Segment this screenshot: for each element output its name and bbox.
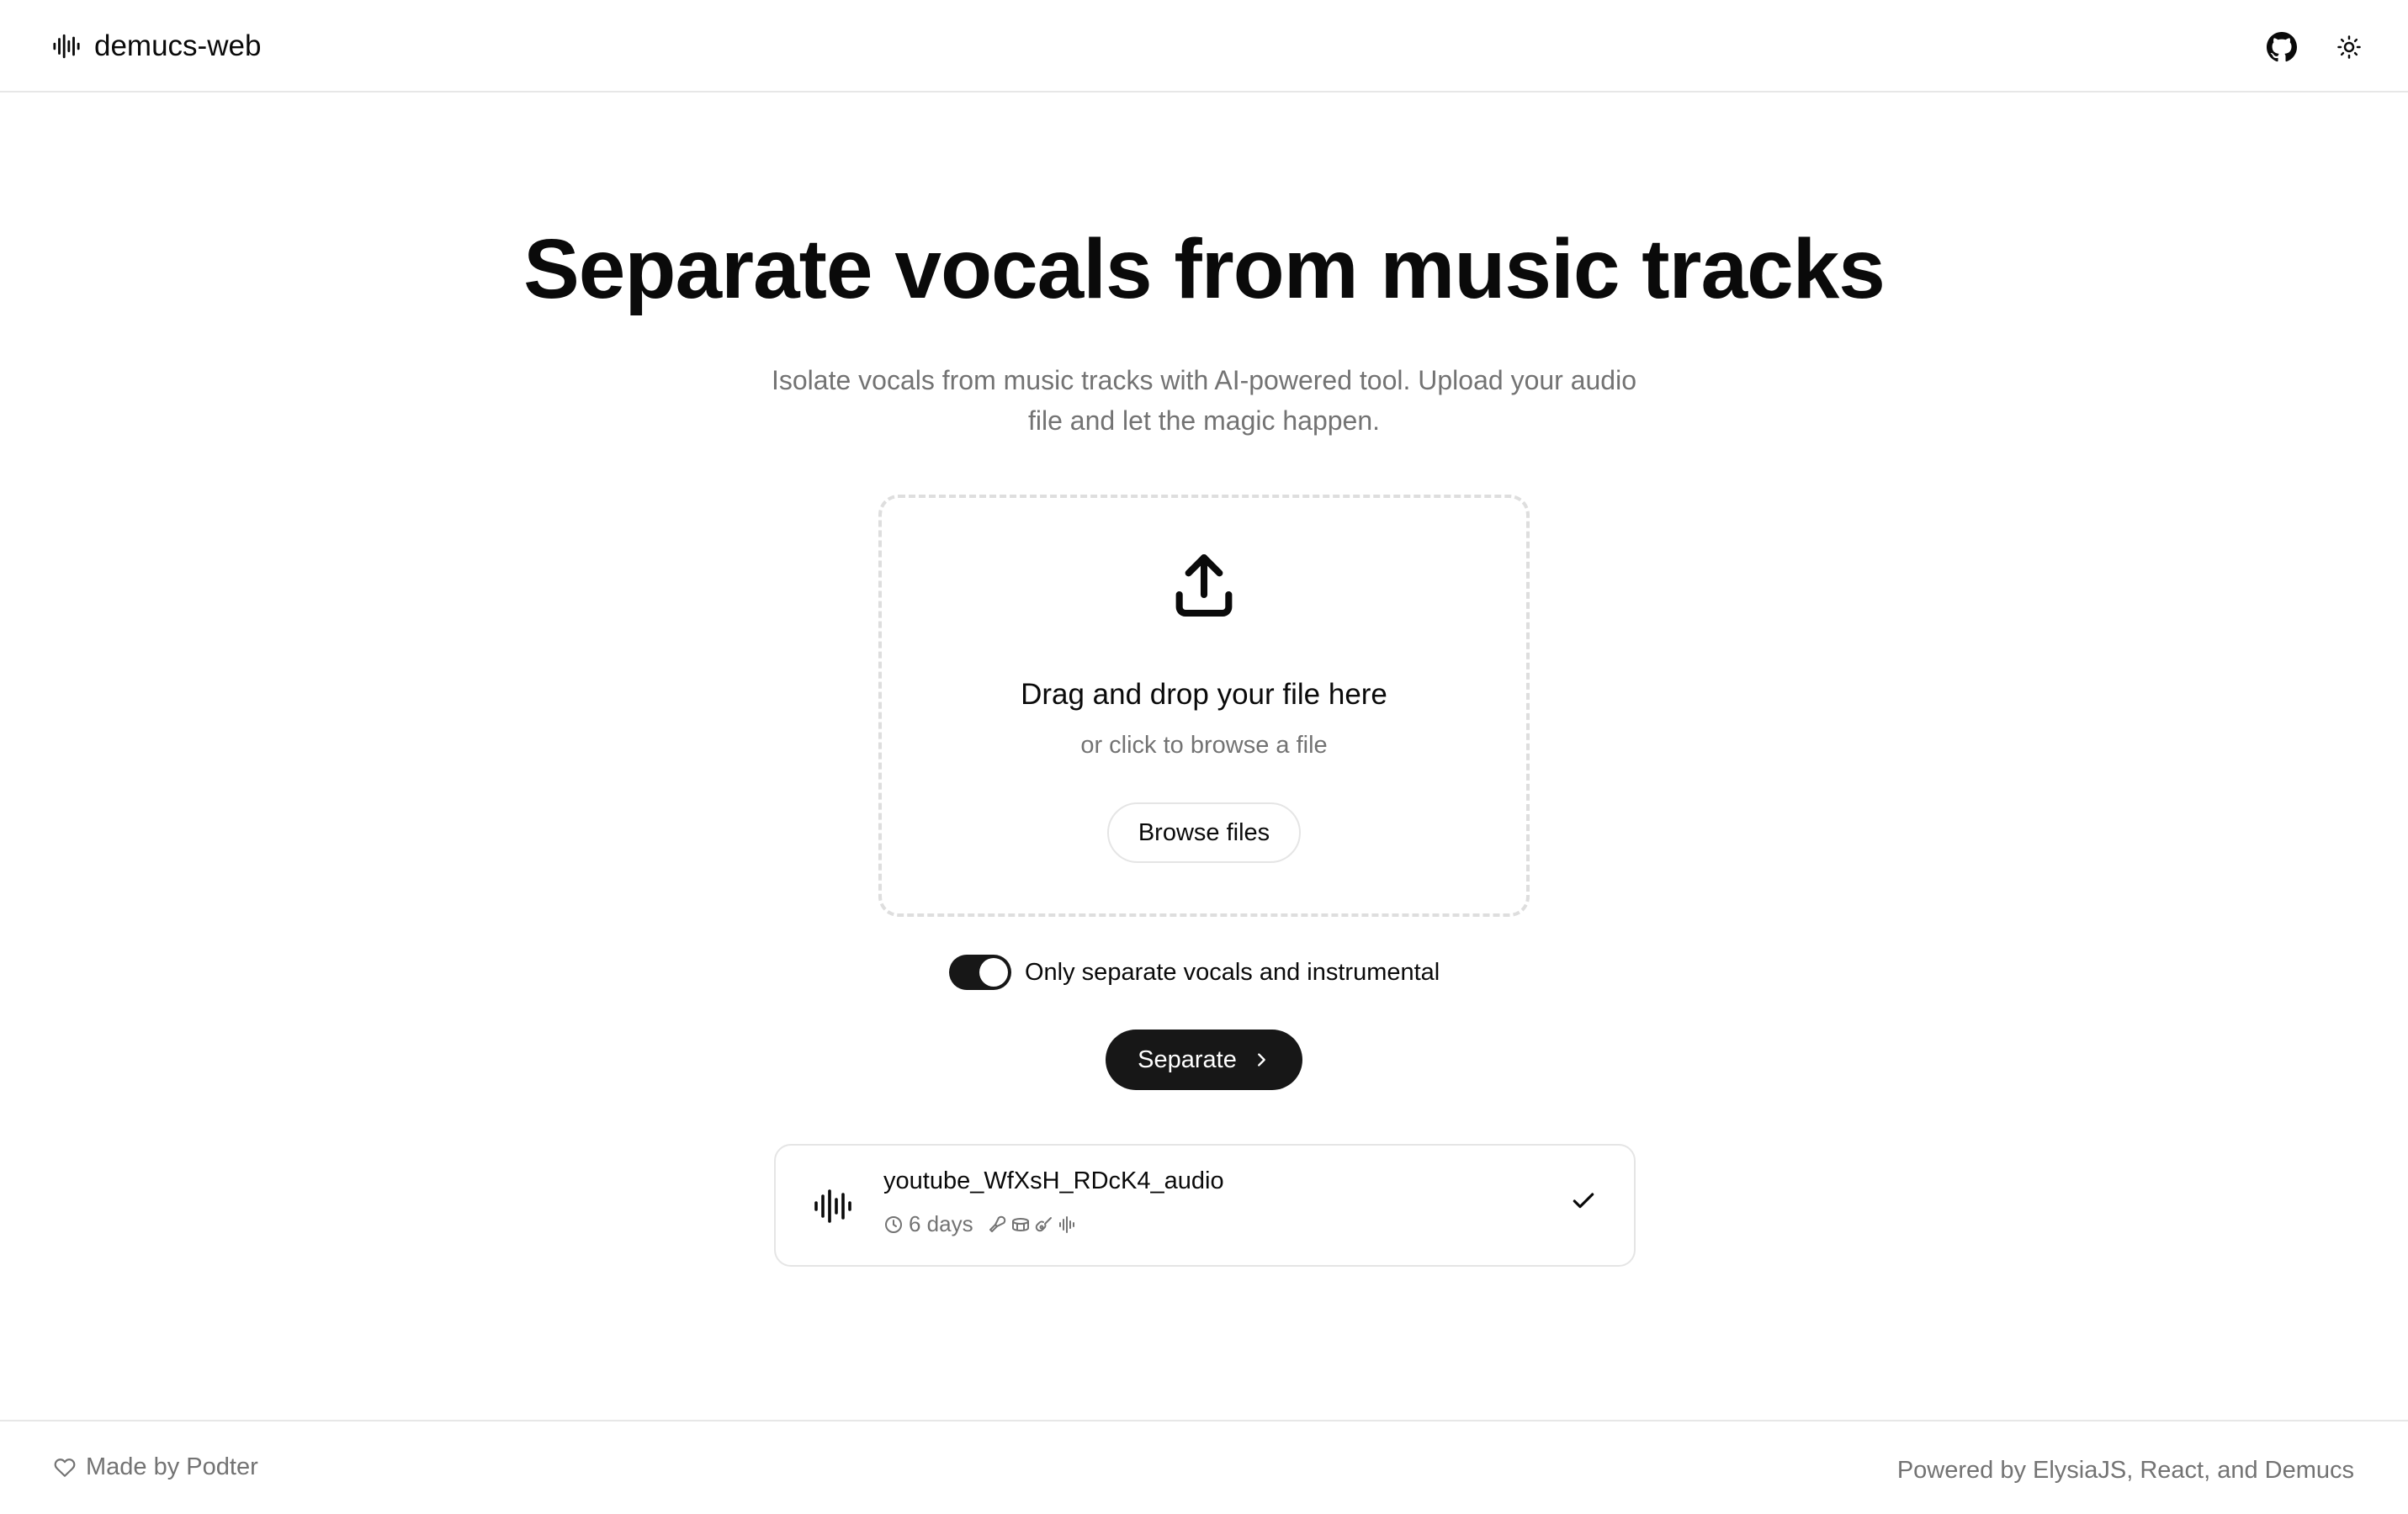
made-by-link[interactable]: Made by Podter <box>86 1453 258 1481</box>
vocals-only-switch[interactable] <box>949 955 1011 990</box>
github-icon <box>2267 32 2297 62</box>
github-button[interactable] <box>2257 22 2307 72</box>
audio-waveform-icon <box>1058 1215 1078 1235</box>
job-age: 6 days <box>909 1211 973 1236</box>
header-actions <box>2257 22 2374 72</box>
audio-waveform-icon <box>813 1186 853 1226</box>
heart-icon <box>54 1457 76 1479</box>
browse-files-button[interactable]: Browse files <box>1107 802 1301 863</box>
dropzone-subtitle: or click to browse a file <box>1080 732 1328 759</box>
job-stems <box>987 1215 1078 1235</box>
switch-knob <box>979 958 1008 987</box>
audio-waveform-icon <box>52 32 81 61</box>
job-list-item[interactable]: youtube_WfXsH_RDcK4_audio 6 days <box>774 1144 1636 1267</box>
drum-icon <box>1010 1215 1031 1235</box>
microphone-icon <box>987 1215 1007 1235</box>
theme-toggle-button[interactable] <box>2324 22 2374 72</box>
site-footer: Made by Podter Powered by ElysiaJS, Reac… <box>0 1420 2408 1514</box>
dropzone-title: Drag and drop your file here <box>1021 678 1387 711</box>
separate-button[interactable]: Separate <box>1106 1030 1302 1090</box>
vocals-only-option: Only separate vocals and instrumental <box>949 954 1440 991</box>
separate-button-label: Separate <box>1138 1046 1237 1073</box>
check-icon <box>1570 1188 1597 1215</box>
site-header: demucs-web <box>0 0 2408 93</box>
app-name: demucs-web <box>94 29 262 62</box>
sun-icon <box>2336 34 2362 60</box>
file-dropzone[interactable]: Drag and drop your file here or click to… <box>878 495 1530 917</box>
guitar-icon <box>1034 1215 1054 1235</box>
made-by: Made by Podter <box>54 1453 258 1481</box>
job-name: youtube_WfXsH_RDcK4_audio <box>883 1167 1224 1194</box>
clock-icon <box>883 1215 904 1235</box>
page-title: Separate vocals from music tracks <box>523 222 1886 316</box>
page-subtitle: Isolate vocals from music tracks with AI… <box>771 365 1636 436</box>
chevron-right-icon <box>1252 1051 1270 1069</box>
upload-icon <box>1167 548 1241 622</box>
job-meta: 6 days <box>883 1211 1078 1237</box>
powered-by-text: Powered by ElysiaJS, React, and Demucs <box>1896 1457 2354 1484</box>
vocals-only-label[interactable]: Only separate vocals and instrumental <box>1025 959 1440 987</box>
brand-link[interactable]: demucs-web <box>52 25 261 67</box>
